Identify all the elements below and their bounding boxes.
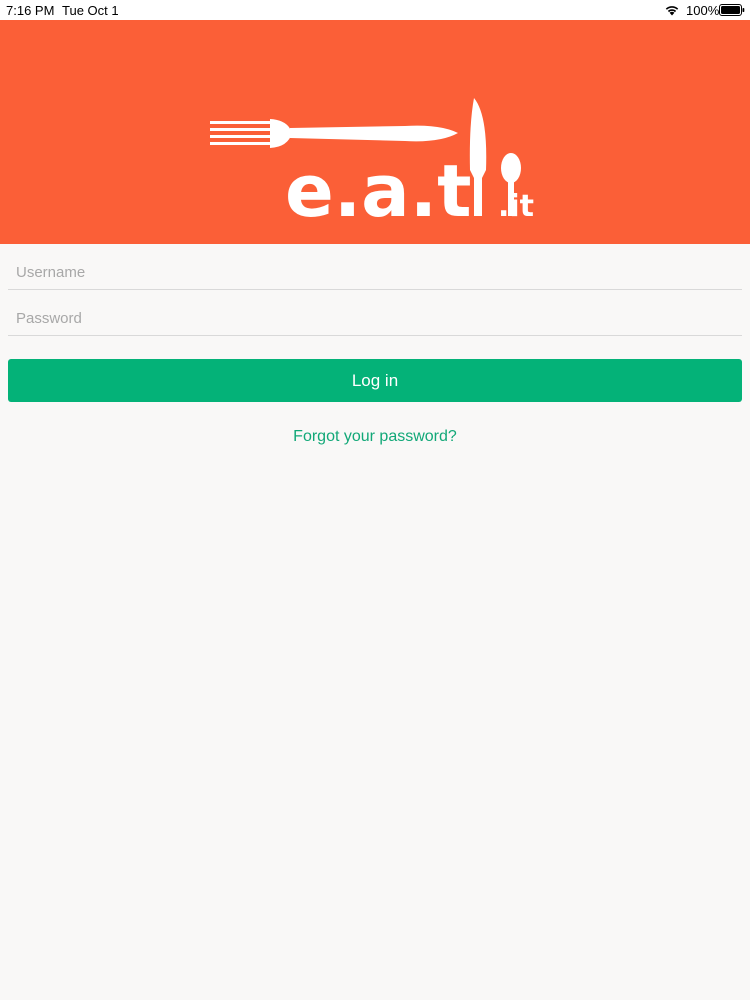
username-field[interactable] [8, 256, 742, 290]
password-field[interactable] [8, 302, 742, 336]
logo-suffix: .it [498, 189, 534, 224]
status-time: 7:16 PM [6, 3, 55, 18]
eat-it-logo: e.a.t .it [210, 98, 534, 233]
wifi-icon [665, 6, 679, 16]
battery-percent: 100% [686, 3, 720, 18]
fork-icon [210, 119, 458, 148]
login-button[interactable]: Log in [8, 359, 742, 402]
logo-wordmark: e.a.t [285, 149, 472, 233]
status-bar: 7:16 PM Tue Oct 1 100% [0, 0, 750, 20]
knife-icon [469, 98, 487, 216]
header-banner: e.a.t .it [0, 20, 750, 244]
battery-icon [719, 4, 745, 16]
status-date: Tue Oct 1 [62, 3, 119, 18]
forgot-password-link[interactable]: Forgot your password? [0, 428, 750, 446]
